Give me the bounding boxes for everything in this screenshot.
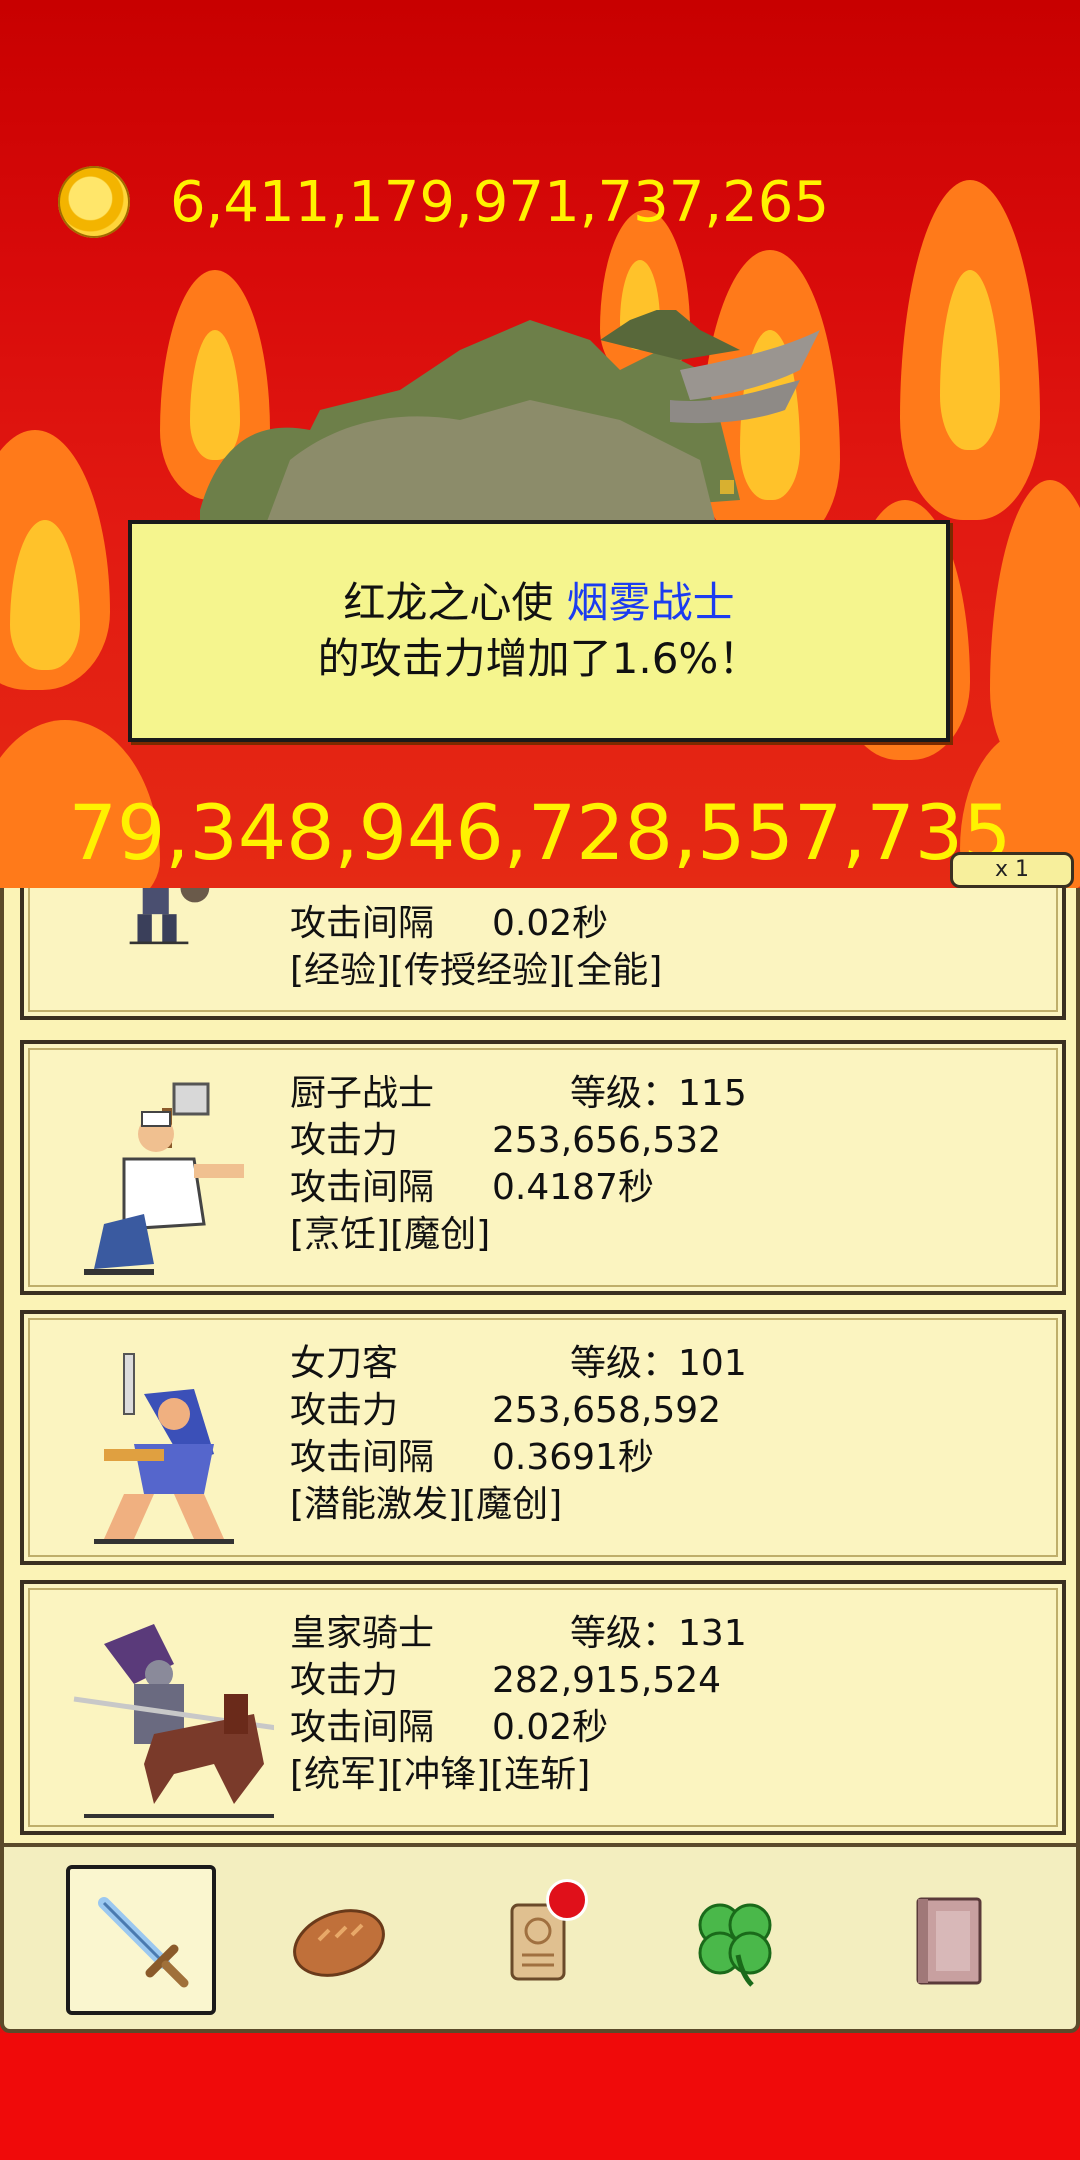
warrior-skills: [统军][冲锋][连斩] bbox=[290, 1754, 591, 1795]
warrior-skills: [经验][传授经验][全能] bbox=[290, 950, 663, 991]
warrior-attack: 282,915,524 bbox=[492, 1660, 722, 1701]
warrior-card[interactable]: 攻击间隔 0.02秒 [经验][传授经验][全能] bbox=[20, 888, 1066, 1020]
warrior-interval: 0.02秒 bbox=[492, 1707, 609, 1748]
label-interval: 攻击间隔 bbox=[290, 1167, 435, 1208]
warrior-sprite bbox=[94, 1353, 234, 1544]
notice-warrior-name: 烟雾战士 bbox=[566, 578, 735, 627]
label-level: 等级： bbox=[570, 1343, 679, 1384]
warrior-card[interactable]: 厨子战士 等级： 115 攻击力 253,656,532 攻击间隔 0.4187秒 [烹… bbox=[20, 1040, 1066, 1295]
warrior-name: 皇家骑士 bbox=[290, 1613, 435, 1654]
warrior-card[interactable]: 皇家骑士 等级： 131 攻击力 282,915,524 攻击间隔 0.02秒 [统军]… bbox=[20, 1580, 1066, 1835]
label-attack: 攻击力 bbox=[290, 1120, 399, 1161]
warrior-level: 101 bbox=[678, 1343, 747, 1384]
clover-icon bbox=[698, 1903, 772, 1987]
warrior-list[interactable]: 攻击间隔 0.02秒 [经验][传授经验][全能] 厨子战士 等级： 115 攻击力 2… bbox=[0, 888, 1080, 1843]
nav-button-quests[interactable] bbox=[462, 1865, 612, 2015]
nav-button-food[interactable] bbox=[264, 1865, 414, 2015]
label-interval: 攻击间隔 bbox=[290, 1437, 435, 1478]
warrior-sprite bbox=[84, 1082, 244, 1275]
book-icon bbox=[916, 1897, 982, 1985]
warrior-skills: [潜能激发][魔创] bbox=[290, 1484, 563, 1525]
warrior-skills: [烹饪][魔创] bbox=[290, 1214, 491, 1255]
warrior-sprite bbox=[129, 888, 210, 945]
gold-coin-icon bbox=[58, 166, 130, 238]
bread-icon bbox=[293, 1909, 385, 1977]
sword-icon bbox=[98, 1897, 189, 1988]
warrior-attack: 253,656,532 bbox=[492, 1120, 722, 1161]
notice-prefix: 红龙之心使 bbox=[343, 578, 567, 627]
warrior-attack: 253,658,592 bbox=[492, 1390, 722, 1431]
label-interval: 攻击间隔 bbox=[290, 1707, 435, 1748]
warrior-level: 115 bbox=[678, 1073, 747, 1114]
label-attack: 攻击力 bbox=[290, 1390, 399, 1431]
warrior-interval: 0.4187秒 bbox=[492, 1167, 654, 1208]
label-interval: 攻击间隔 bbox=[290, 903, 435, 944]
nav-button-luck[interactable] bbox=[660, 1865, 810, 2015]
label-level: 等级： bbox=[570, 1613, 679, 1654]
warrior-name: 女刀客 bbox=[290, 1343, 399, 1384]
label-attack: 攻击力 bbox=[290, 1660, 399, 1701]
warrior-name: 厨子战士 bbox=[290, 1073, 435, 1114]
gold-counter: 6,411,179,971,737,265 bbox=[58, 165, 829, 239]
notice-line-2: 的攻击力增加了1.6%！ bbox=[317, 634, 761, 683]
label-level: 等级： bbox=[570, 1073, 679, 1114]
nav-button-book[interactable] bbox=[874, 1865, 1024, 2015]
warrior-sprite bbox=[73, 1624, 274, 1818]
total-damage: 79,348,946,728,557,735 bbox=[68, 788, 1012, 877]
notice-line-1: 红龙之心使 烟雾战士 bbox=[343, 575, 734, 631]
warrior-interval: 0.3691秒 bbox=[492, 1437, 654, 1478]
notification-dialog: 红龙之心使 烟雾战士 的攻击力增加了1.6%！ bbox=[128, 520, 950, 742]
bottom-navigation bbox=[0, 1843, 1080, 2033]
warrior-card[interactable]: 女刀客 等级： 101 攻击力 253,658,592 攻击间隔 0.3691秒 [潜能… bbox=[20, 1310, 1066, 1565]
battle-scene: 6,411,179,971,737,265 红龙之心使 烟雾战士 的攻击力增加了… bbox=[0, 0, 1080, 890]
bottom-strip bbox=[0, 2033, 1080, 2160]
warrior-level: 131 bbox=[678, 1613, 747, 1654]
boss-monster bbox=[200, 310, 820, 540]
nav-button-warriors[interactable] bbox=[66, 1865, 216, 2015]
warrior-interval: 0.02秒 bbox=[492, 903, 609, 944]
notification-badge bbox=[546, 1879, 588, 1921]
gold-amount: 6,411,179,971,737,265 bbox=[170, 169, 830, 235]
speed-multiplier-button[interactable]: x 1 bbox=[950, 852, 1074, 888]
